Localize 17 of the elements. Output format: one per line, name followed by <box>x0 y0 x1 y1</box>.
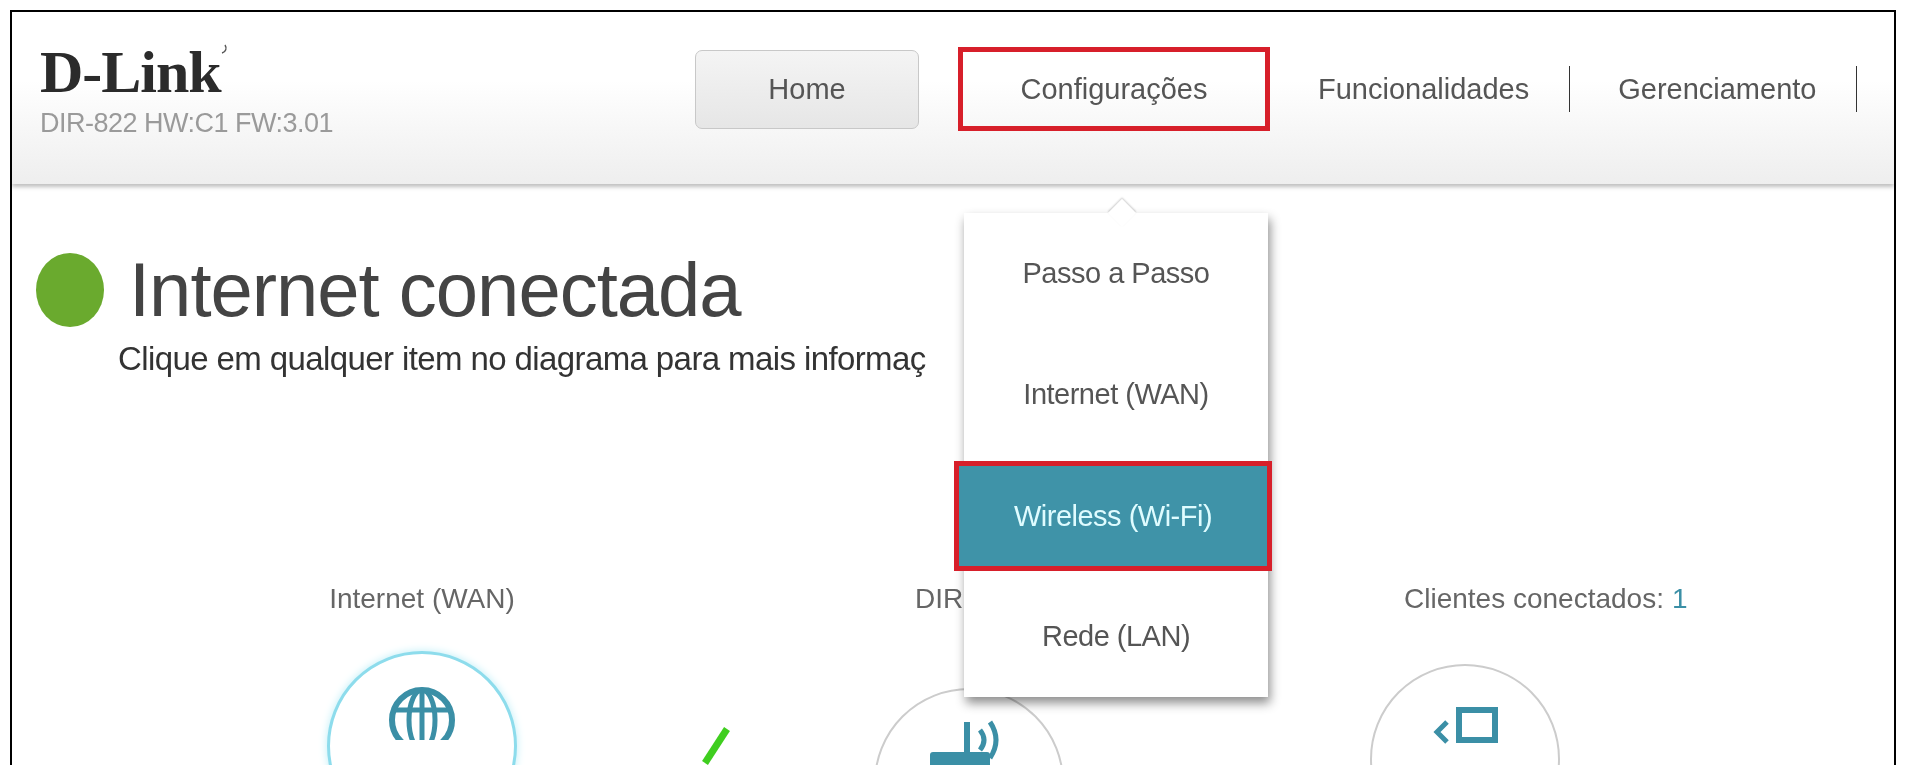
status-message: Clique em qualquer item no diagrama para mais informaç <box>118 339 927 378</box>
nav-link[interactable]: Configurações <box>958 47 1270 131</box>
node-label: Clientes conectados: <box>1404 582 1664 616</box>
nav-link[interactable]: Gerenciamento <box>1570 66 1858 112</box>
check-icon <box>700 724 731 765</box>
client-count[interactable]: 1 <box>1671 582 1688 615</box>
nav-button[interactable]: Home <box>695 49 919 129</box>
node-label: DIR <box>914 582 964 616</box>
logo: D-Link <box>40 42 221 102</box>
node-label: Internet (WAN) <box>329 582 515 616</box>
menu-item[interactable]: Internet (WAN) <box>964 334 1268 455</box>
model-info: DIR-822 HW:C1 FW:3.01 <box>40 108 334 139</box>
menu-item[interactable]: Rede (LAN) <box>964 576 1268 697</box>
logo-mark-icon <box>220 44 229 54</box>
nav-link[interactable]: Funcionalidades <box>1270 66 1571 112</box>
status-title: Internet conectada <box>129 250 741 330</box>
menu-item[interactable]: Passo a Passo <box>964 213 1268 334</box>
